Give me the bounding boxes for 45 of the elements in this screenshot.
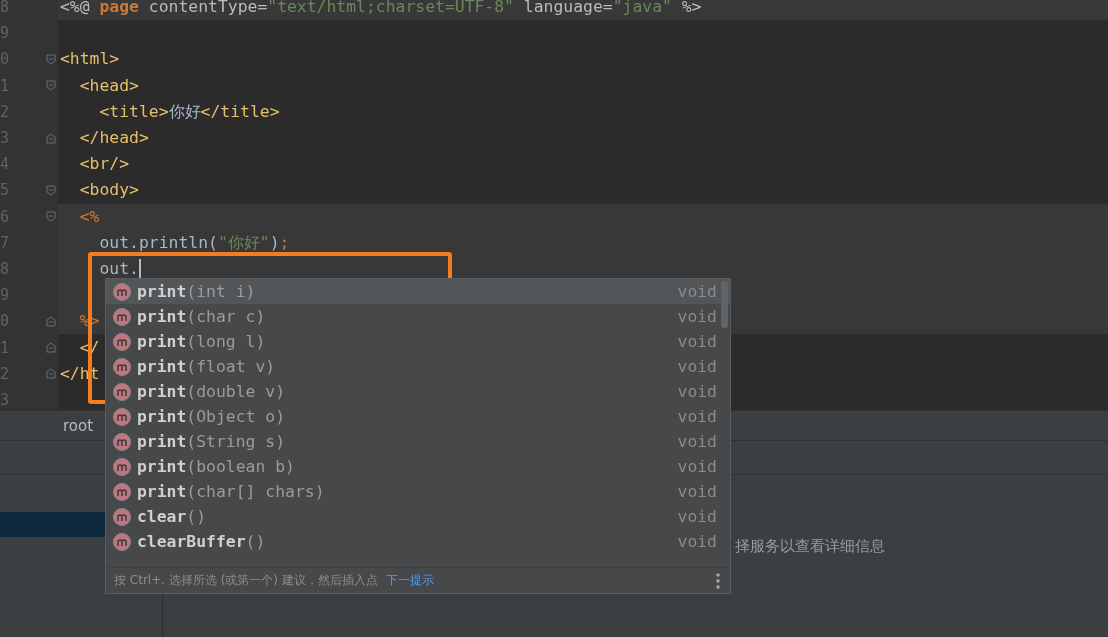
method-icon	[113, 382, 131, 401]
method-icon	[113, 307, 131, 326]
fold-icon[interactable]	[46, 368, 56, 380]
completion-item[interactable]: print(int i) void	[106, 279, 730, 304]
method-icon	[113, 457, 131, 476]
method-icon	[113, 282, 131, 301]
fold-icon[interactable]	[46, 211, 56, 223]
fold-icon[interactable]	[46, 132, 56, 144]
completion-item[interactable]: print(String s) void	[106, 429, 730, 454]
code-line: <body>	[78, 179, 139, 202]
completion-item[interactable]: clearBuffer() void	[106, 529, 730, 554]
scrollbar[interactable]	[721, 281, 728, 328]
fold-icon[interactable]	[46, 80, 56, 92]
code-line: out.	[98, 257, 139, 280]
method-icon	[113, 357, 131, 376]
code-line: <html>	[60, 48, 120, 71]
completion-item[interactable]: print(float v) void	[106, 354, 730, 379]
empty-message: 择服务以查看详细信息	[735, 538, 885, 554]
completion-item[interactable]: print(Object o) void	[106, 404, 730, 429]
code-line: <%	[78, 205, 100, 228]
more-icon[interactable]	[716, 572, 720, 589]
completion-item[interactable]: print(boolean b) void	[106, 454, 730, 479]
method-icon	[113, 432, 131, 451]
code-line: <br/>	[78, 153, 130, 176]
method-icon	[113, 482, 131, 501]
fold-icon[interactable]	[46, 184, 56, 196]
code-line: <%@ page contentType="text/html;charset=UTF-8" language="java" %>	[60, 0, 702, 19]
code-line: out.println("你好");	[98, 231, 290, 254]
breadcrumb[interactable]: root	[63, 416, 94, 435]
completion-item[interactable]: print(char[] chars) void	[106, 479, 730, 504]
method-icon	[113, 532, 131, 551]
completion-item[interactable]: print(char c) void	[106, 304, 730, 329]
code-line: <title>你好</title>	[98, 100, 280, 123]
fold-icon[interactable]	[46, 315, 56, 327]
code-line: <head>	[78, 74, 139, 97]
next-tip-link[interactable]: 下一提示	[385, 572, 716, 589]
fold-icon[interactable]	[46, 53, 56, 65]
completion-item[interactable]: print(double v) void	[106, 379, 730, 404]
completion-item[interactable]: print(long l) void	[106, 329, 730, 354]
fold-icon[interactable]	[46, 342, 56, 354]
method-icon	[113, 407, 131, 426]
method-icon	[113, 507, 131, 526]
completion-item[interactable]: clear() void	[106, 504, 730, 529]
code-line: </head>	[78, 127, 149, 150]
method-icon	[113, 332, 131, 351]
